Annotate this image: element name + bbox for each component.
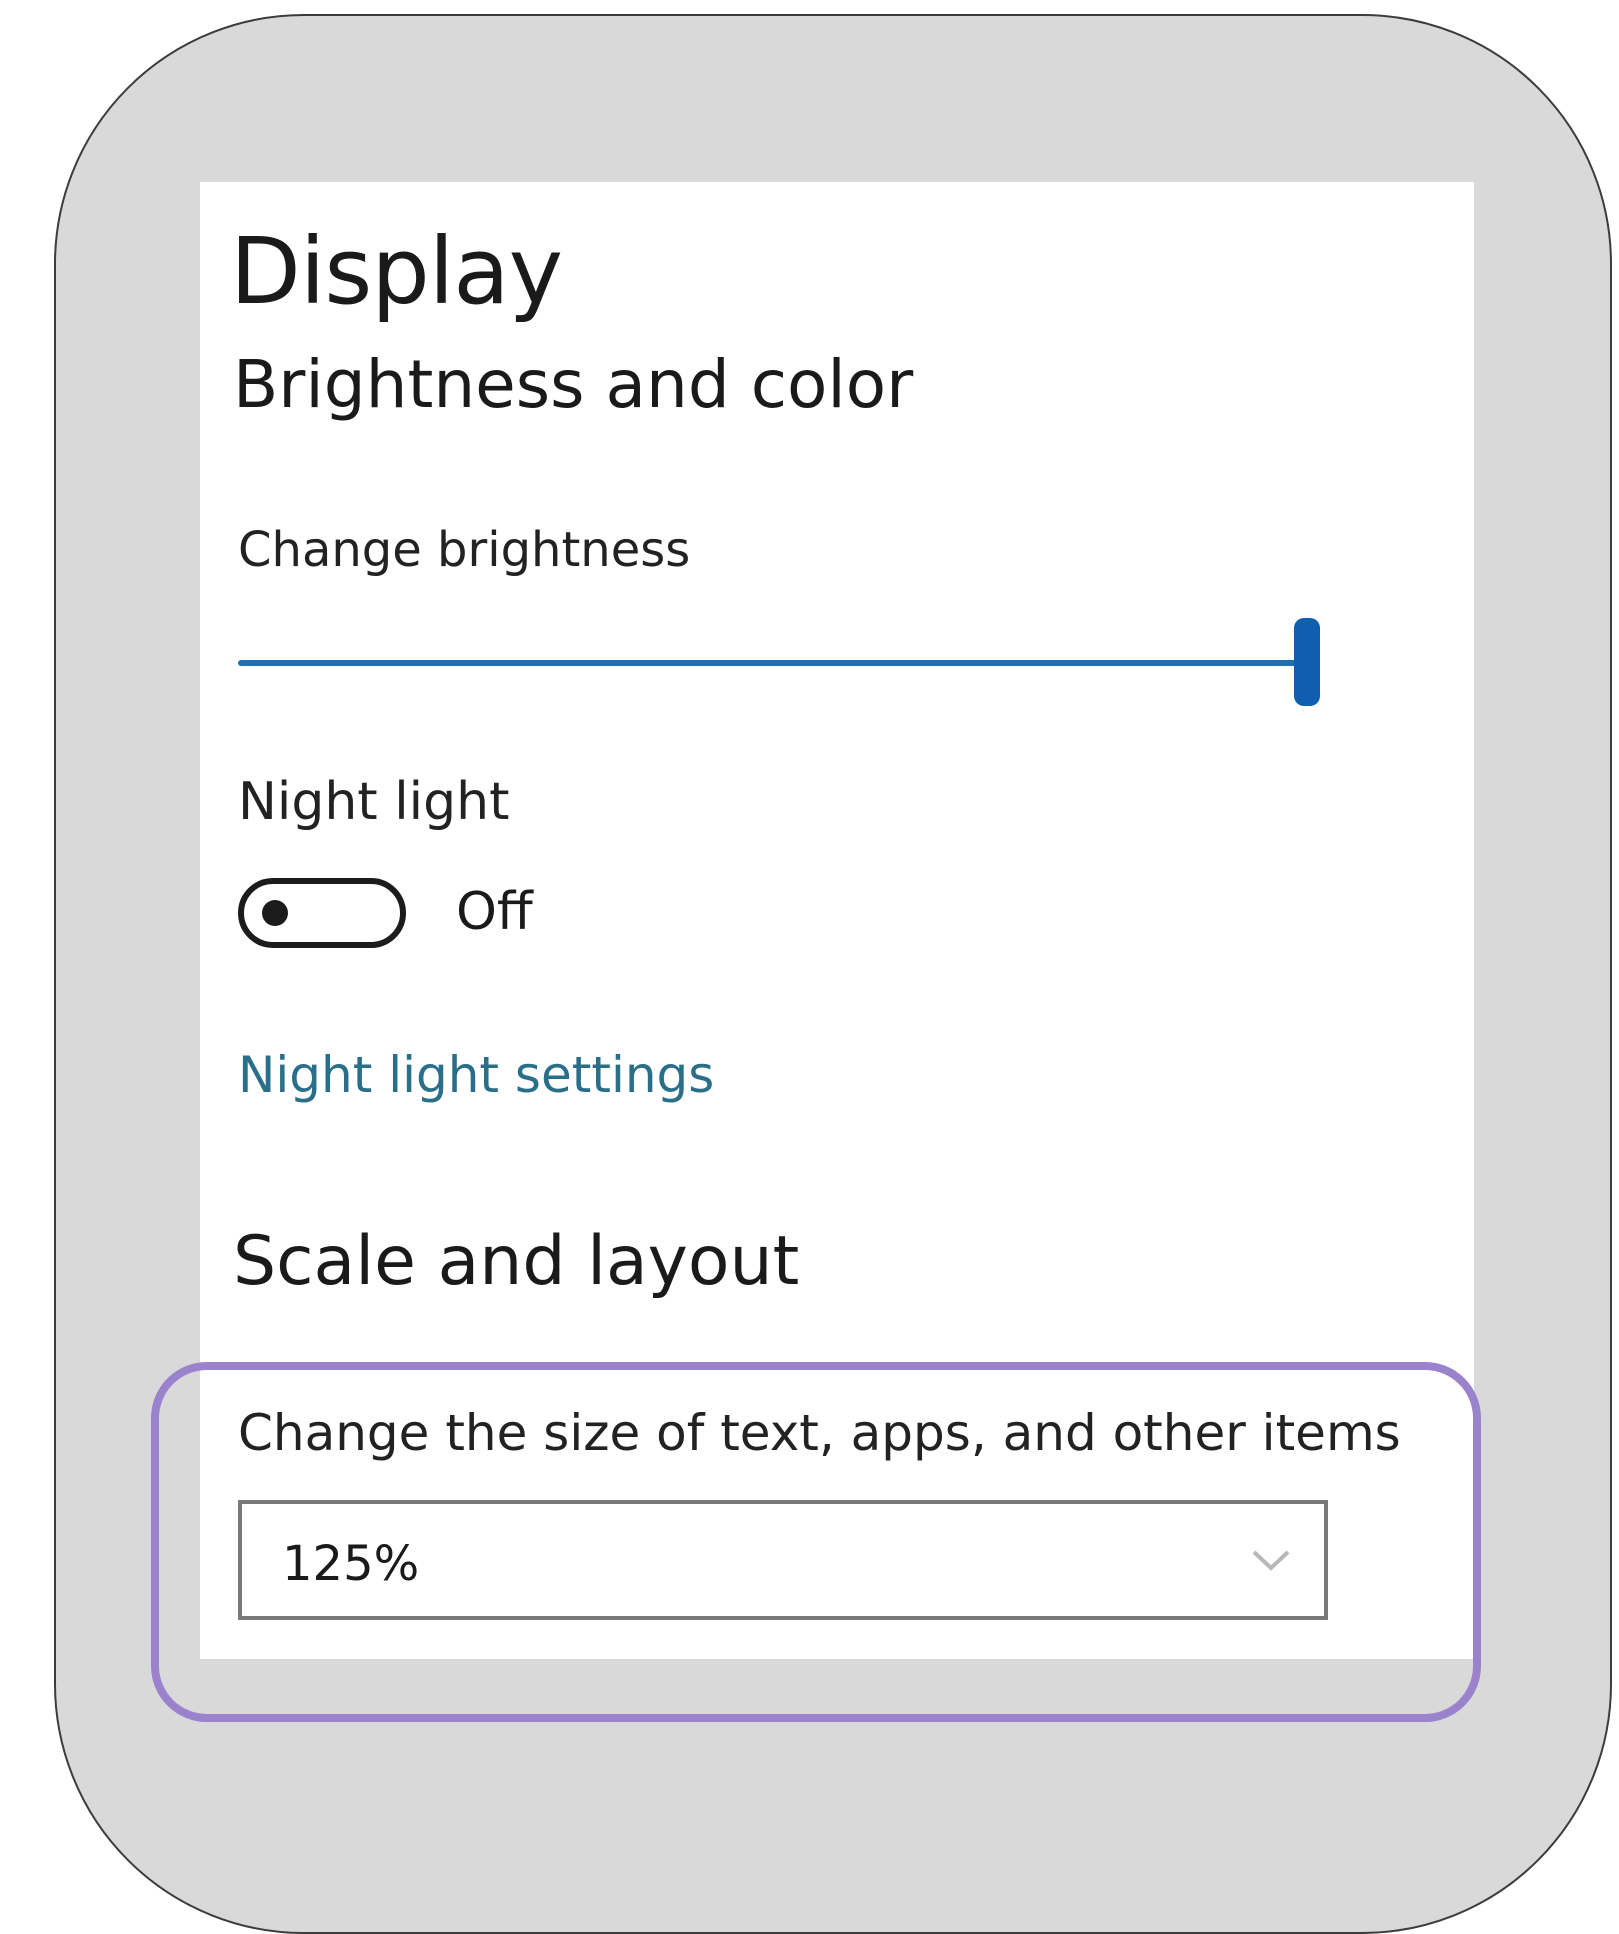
page-title: Display bbox=[230, 218, 563, 325]
display-settings-panel: Display Brightness and color Change brig… bbox=[200, 182, 1474, 1659]
brightness-label: Change brightness bbox=[238, 522, 691, 578]
scale-dropdown[interactable]: 125% bbox=[238, 1500, 1328, 1620]
toggle-knob bbox=[262, 900, 288, 926]
section-heading-brightness: Brightness and color bbox=[233, 346, 914, 423]
night-light-label: Night light bbox=[238, 772, 510, 832]
brightness-slider-thumb[interactable] bbox=[1294, 618, 1320, 706]
chevron-down-icon bbox=[1252, 1550, 1290, 1571]
night-light-settings-link[interactable]: Night light settings bbox=[238, 1046, 714, 1104]
night-light-state: Off bbox=[456, 882, 533, 942]
text-size-label: Change the size of text, apps, and other… bbox=[238, 1404, 1401, 1462]
night-light-toggle[interactable] bbox=[238, 878, 406, 948]
scale-dropdown-value: 125% bbox=[282, 1536, 420, 1592]
brightness-slider-track[interactable] bbox=[238, 660, 1320, 666]
section-heading-scale: Scale and layout bbox=[233, 1222, 800, 1301]
